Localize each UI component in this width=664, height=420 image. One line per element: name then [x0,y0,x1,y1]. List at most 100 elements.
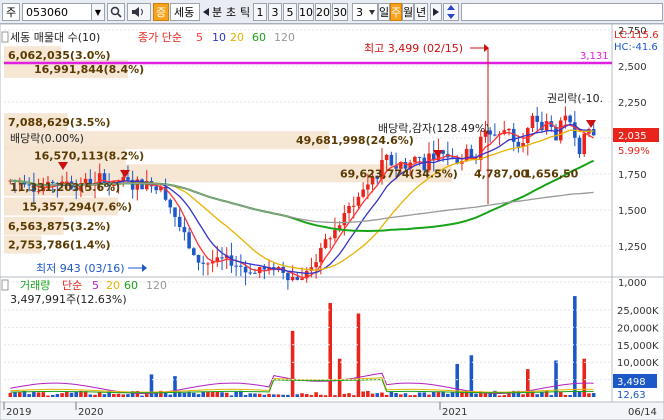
period-tick[interactable]: 틱 [238,3,252,21]
period-3-label: 3 [271,5,279,19]
market-select[interactable]: 주 [2,3,20,21]
candle-body [192,248,196,255]
candle-body [366,184,370,190]
period-10-label: 10 [299,5,313,19]
volume-bar [65,391,69,397]
volume-bar [422,392,427,397]
volume-profile-label: 16,991,844(8.4%) [34,63,144,76]
period-10[interactable]: 10 [298,3,314,21]
candle-body [493,134,497,136]
candle-body [220,257,224,259]
unit-week-label: 주 [390,6,402,19]
volume-bar [177,392,182,397]
period-20-label: 20 [316,5,330,19]
chart-area[interactable]: 3,2503,0002,7502,5002,2502,0001,7501,500… [0,24,664,420]
volume-bar [253,393,257,397]
volume-panel-title: 거래량 [20,279,50,292]
volume-bar [587,393,591,397]
candle-body [577,137,582,154]
volume-profile-label: 2,753,786(1.4%) [8,239,111,252]
unit-month-label: 월 [402,6,414,19]
volume-bar [375,393,380,397]
x-axis-label: 2020 [78,407,103,418]
candle-body [196,254,201,263]
volume-bar [436,392,441,397]
period-tick-label: 틱 [239,6,251,19]
volume-bar [234,391,238,397]
volume-bar [540,392,544,397]
period-minute[interactable]: 분 [210,3,224,21]
candle-body [530,115,535,129]
volume-bar [577,391,582,397]
stock-name: 세동 [170,3,200,21]
volume-bar [568,395,572,397]
volume-bar [50,394,55,397]
volume-bar [112,393,116,397]
volume-ma-legend-120: 120 [146,279,167,292]
period-second[interactable]: 초 [224,3,238,21]
price-panel-title: 세동 매물대 수(10) [10,31,100,44]
volume-bar [286,394,290,397]
volume-bar [394,393,398,397]
code-dropdown-button[interactable]: ▼ [91,3,105,21]
market-label: 주 [6,6,17,19]
volume-bar [370,393,375,397]
volume-bar [215,391,220,397]
period-value-input[interactable]: 3 [352,3,378,21]
candle-body [168,199,173,208]
ma-legend-60: 60 [252,31,266,44]
volume-bar [403,393,408,397]
next-arrow[interactable] [430,3,442,21]
sound-button[interactable] [127,3,151,21]
volume-bar [69,392,74,397]
volume-ma-legend-label: 단순 [62,279,82,292]
change-pct-label: 5.99% [618,146,650,157]
prev-period-arrow[interactable] [202,3,210,21]
price-tick-label: 1,250 [618,242,647,253]
unit-year-label: 년 [415,6,427,19]
code-input[interactable]: 053060 [22,3,92,21]
candle-body [582,133,587,154]
unit-week[interactable]: 주 [390,3,402,21]
period-5[interactable]: 5 [283,3,297,21]
volume-bar [342,394,347,397]
volume-bar [36,392,41,397]
unit-month[interactable]: 월 [402,3,414,21]
unit-year[interactable]: 년 [414,3,428,21]
volume-profile-label: 11,331,203(5.6%) [10,181,120,194]
volume-bar [427,394,431,397]
search-button[interactable] [107,3,125,21]
period-1[interactable]: 1 [253,3,267,21]
candle-body [417,156,422,158]
unit-day[interactable]: 일 [378,3,390,21]
volume-bar [398,394,403,397]
volume-tick-label: 25,000K [617,306,659,317]
volume-bar [356,313,361,397]
candle-body [253,272,257,274]
candle-body [591,129,596,136]
volume-tick-label: 10,000K [617,358,659,369]
volume-profile-label: 16,570,113(8.2%) [34,149,144,162]
volume-bar [97,392,102,397]
volume-profile-label: 69,623,774(34.5%) [340,167,458,180]
volume-bar [229,395,234,397]
stock-chart[interactable]: 3,2503,0002,7502,5002,2502,0001,7501,500… [0,24,664,420]
period-3[interactable]: 3 [268,3,282,21]
volume-bar [102,394,107,397]
period-20[interactable]: 20 [315,3,331,21]
volume-bar [328,303,333,397]
volume-profile-label: 6,062,035(3.0%) [8,49,111,62]
volume-bar [13,392,17,397]
search-input[interactable] [461,3,663,21]
candle-body [389,154,394,166]
updown-button[interactable] [443,3,459,21]
candle-body [295,276,300,280]
period-30[interactable]: 30 [332,3,348,21]
candle-body [286,272,290,281]
volume-bar [417,392,422,397]
jeung-badge[interactable]: 증 [153,3,169,21]
hline-value-label: 3,131 [580,51,609,62]
candle-body [290,276,295,281]
x-axis-label: 2019 [6,407,31,418]
right-arrow-icon [433,8,439,16]
